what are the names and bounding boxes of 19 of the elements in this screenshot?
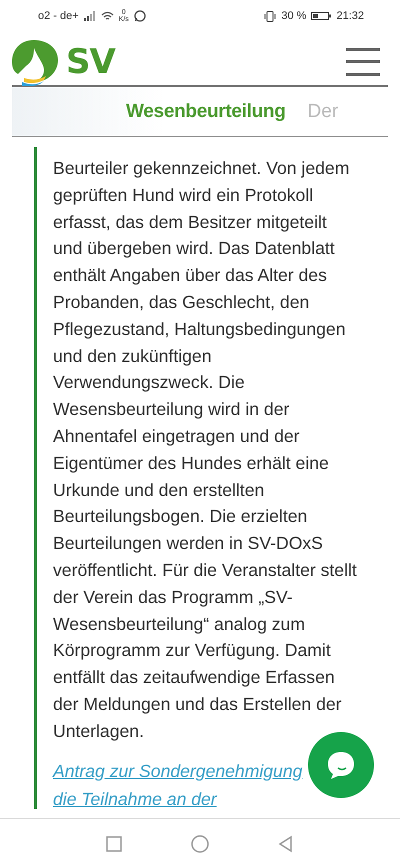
wifi-icon [100,11,114,21]
carrier-name: o2 - de+ [38,10,79,22]
application-link[interactable]: die Teilnahme an der [53,784,217,809]
vibrate-icon [264,10,276,22]
signal-icon [84,11,96,21]
clock-time: 21:32 [336,10,364,22]
recent-apps-button[interactable] [105,834,123,852]
application-link[interactable]: Antrag zur Sondergenehmigung [53,756,302,785]
logo-text: SV [66,42,115,82]
article-paragraph: Beurteiler gekennzeichnet. Von jedem geprüften Hund wird ein Protokoll erfasst, das dem Besitzer mitgeteilt und übergeben wird. Das Datenblatt enthält Angaben über das Alter des Probanden, das Geschlecht, den Pflegezustand, Haltungsbedingungen und den zukünftigen Verwendungszweck. Die Wesensbeurteilung wird in der Ahnentafel eingetragen und der Eigentümer des Hundes erhält eine Urkunde und den erstellten Beurteilungsbogen. Die erzielten Beurteilungen werden in SV-DOxS veröffentlicht. Für die Veranstalter stellt der Verein das Programm „SV-Wesensbeurteilung“ analog zum Körprogramm zur Verfügung. Damit entfällt das zeitaufwendige Erfassen der Meldungen und das Erstellen der Unterlagen. [53,157,358,743]
section-tab[interactable]: Der [308,100,338,122]
battery-icon [311,11,332,21]
section-tab[interactable]: Wesenbeurteilung [126,100,286,122]
back-button[interactable] [277,834,295,852]
chat-icon [326,750,356,780]
home-button[interactable] [191,834,209,852]
chat-bubble-icon [134,10,146,22]
battery-percent: 30 % [281,10,306,22]
menu-button[interactable] [346,48,380,76]
